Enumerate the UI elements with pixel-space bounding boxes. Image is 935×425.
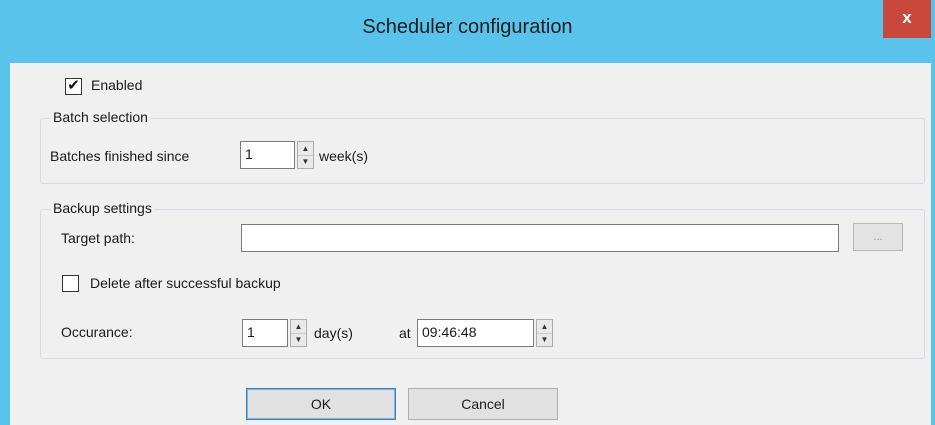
close-icon: x xyxy=(902,8,912,27)
batches-since-input[interactable]: 1 xyxy=(240,141,295,169)
spin-up-icon[interactable]: ▲ xyxy=(537,320,552,334)
spin-up-icon[interactable]: ▲ xyxy=(298,142,313,156)
spin-up-icon[interactable]: ▲ xyxy=(291,320,306,334)
window-title: Scheduler configuration xyxy=(362,16,573,38)
target-path-input[interactable] xyxy=(241,224,839,252)
close-button[interactable]: x xyxy=(883,0,931,38)
checkmark-icon: ✔ xyxy=(67,77,80,94)
window-frame-right xyxy=(931,0,935,425)
batches-since-label: Batches finished since xyxy=(50,148,190,164)
delete-after-backup-checkbox[interactable] xyxy=(62,275,79,292)
occurrence-unit-label: day(s) xyxy=(314,325,353,341)
occurrence-input[interactable]: 1 xyxy=(242,319,288,347)
batch-selection-legend: Batch selection xyxy=(51,109,150,125)
occurrence-label: Occurance: xyxy=(61,324,133,340)
at-label: at xyxy=(399,325,411,341)
ok-button[interactable]: OK xyxy=(246,388,396,420)
occurrence-spinner[interactable]: ▲ ▼ xyxy=(290,319,307,347)
dialog-body: ✔ Enabled Batch selection Batches finish… xyxy=(10,63,931,425)
batches-unit-label: week(s) xyxy=(319,148,369,164)
spin-down-icon[interactable]: ▼ xyxy=(537,333,552,346)
browse-button[interactable]: ... xyxy=(853,223,903,251)
title-bar[interactable]: Scheduler configuration xyxy=(0,0,935,63)
time-input[interactable]: 09:46:48 xyxy=(417,319,534,347)
time-spinner[interactable]: ▲ ▼ xyxy=(536,319,553,347)
enabled-label: Enabled xyxy=(91,77,143,93)
target-path-label: Target path: xyxy=(61,230,135,246)
backup-settings-legend: Backup settings xyxy=(51,200,154,216)
scheduler-config-window: Scheduler configuration x ✔ Enabled Batc… xyxy=(0,0,935,425)
spin-down-icon[interactable]: ▼ xyxy=(291,333,306,346)
delete-after-backup-label: Delete after successful backup xyxy=(90,275,281,291)
cancel-button[interactable]: Cancel xyxy=(408,388,558,420)
enabled-checkbox[interactable]: ✔ xyxy=(65,77,82,95)
spin-down-icon[interactable]: ▼ xyxy=(298,155,313,168)
batches-since-spinner[interactable]: ▲ ▼ xyxy=(297,141,314,169)
window-frame-left xyxy=(0,0,10,425)
